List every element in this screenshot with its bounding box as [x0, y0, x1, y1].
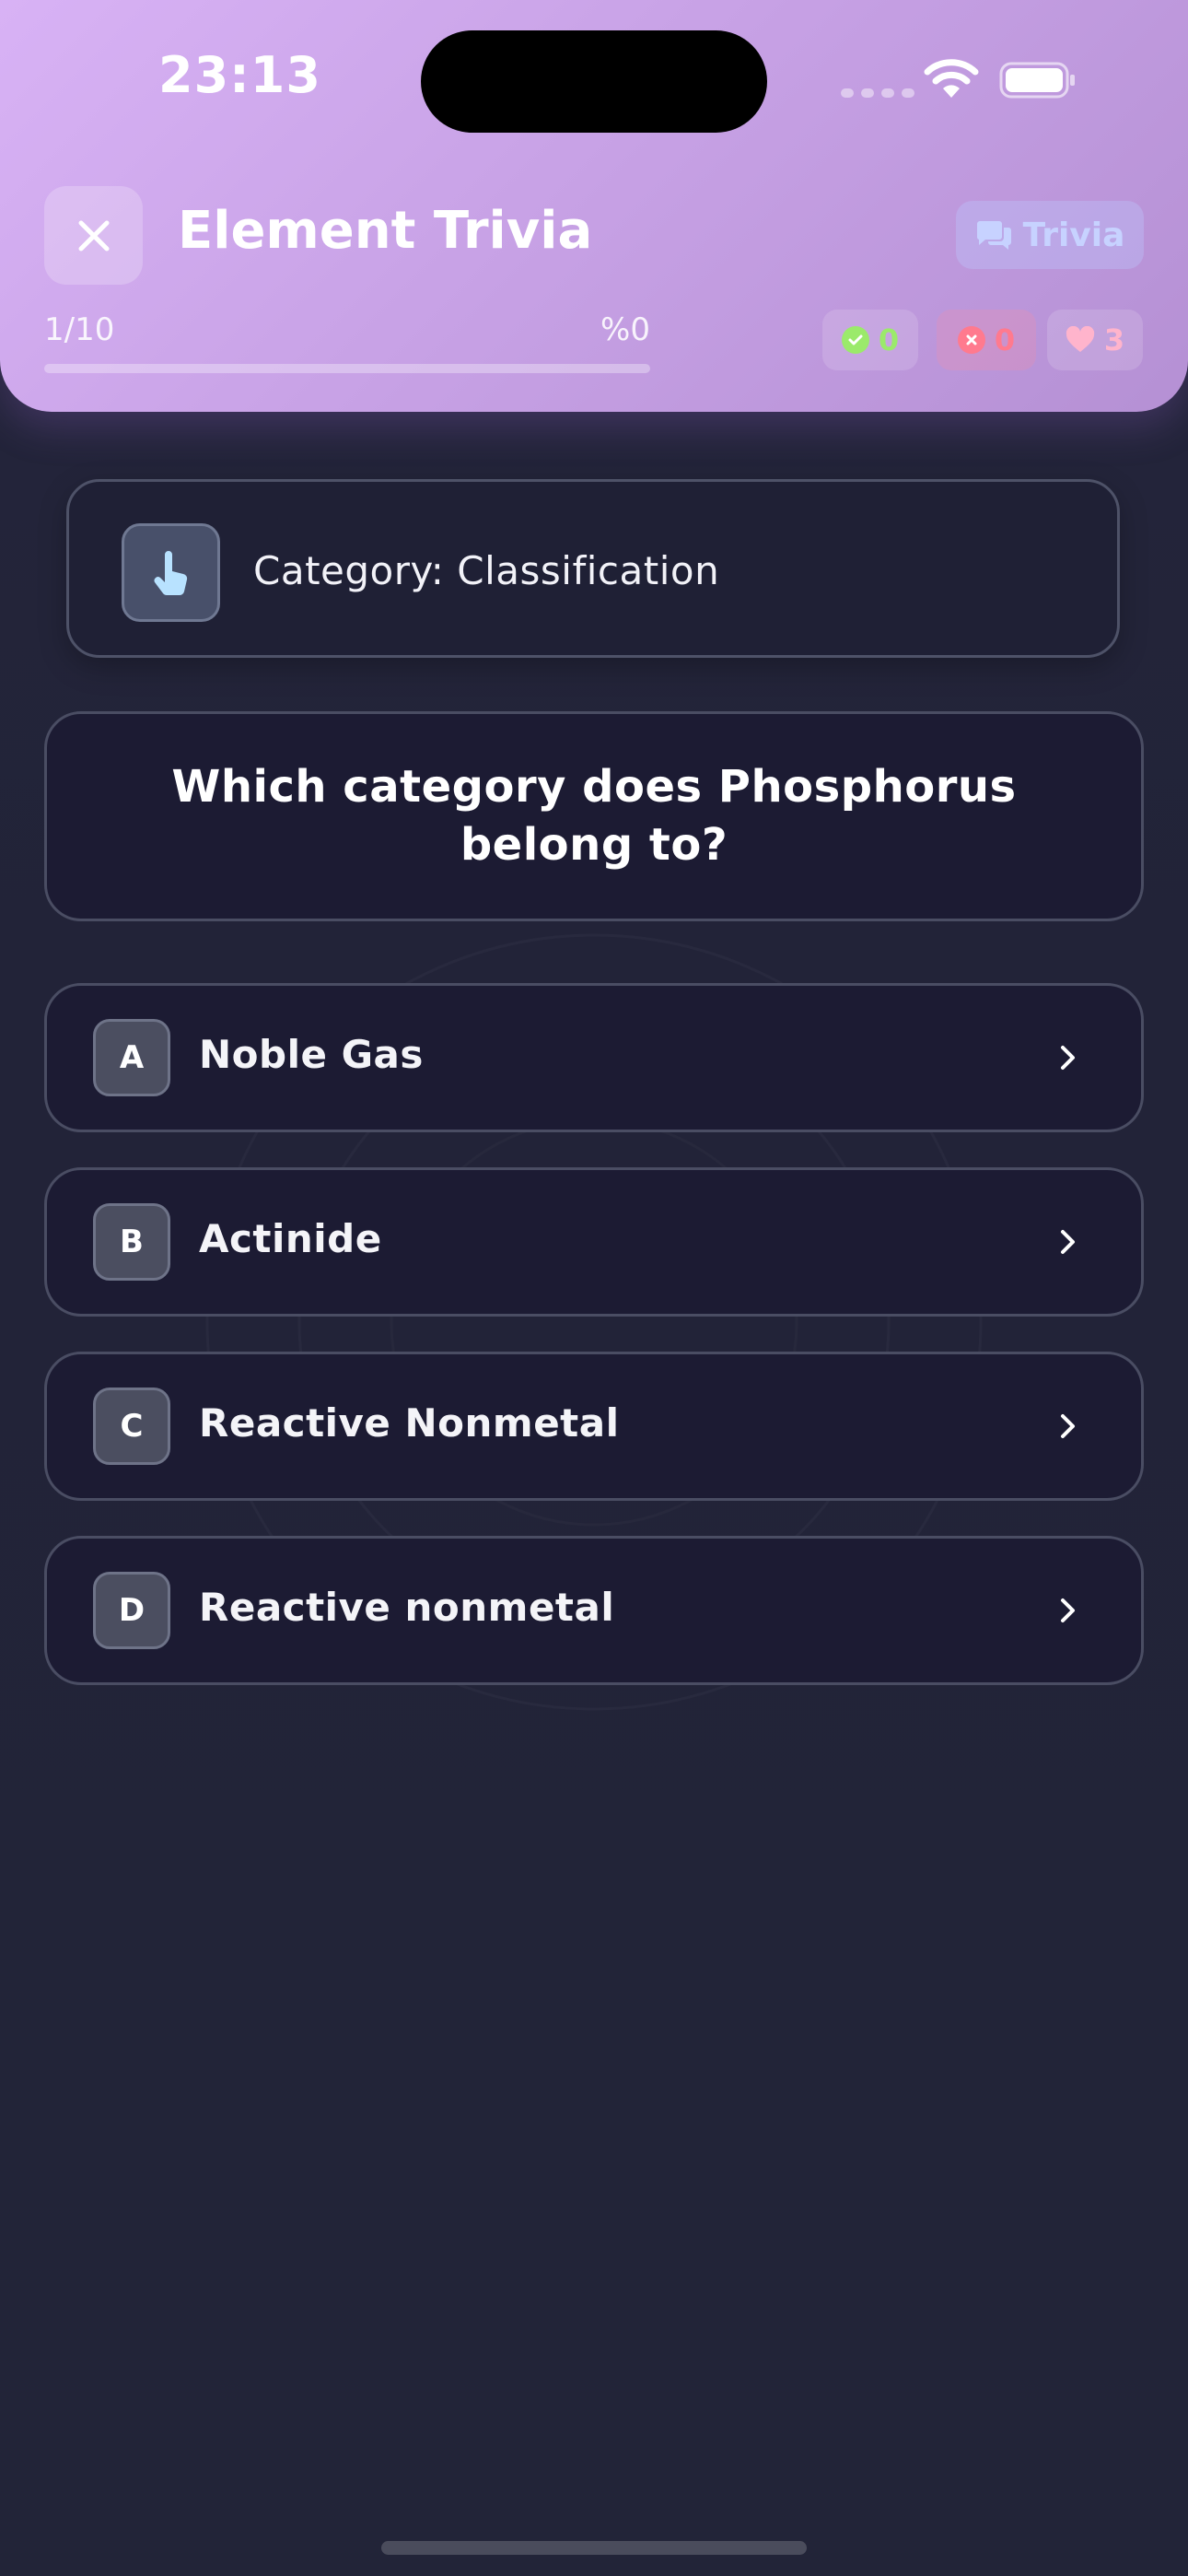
tap-hand-icon — [122, 523, 220, 622]
question-card: Which category does Phosphorus belong to… — [44, 711, 1144, 921]
answer-letter: D — [93, 1572, 170, 1649]
wifi-icon — [924, 59, 979, 98]
question-text: Which category does Phosphorus belong to… — [171, 761, 1017, 871]
progress-bar — [44, 364, 650, 373]
wrong-count-badge: 0 — [937, 310, 1036, 370]
answer-option-b[interactable]: B Actinide — [44, 1167, 1144, 1317]
wrong-count: 0 — [994, 322, 1016, 357]
answer-text: Reactive nonmetal — [199, 1585, 615, 1630]
category-label: Category: Classification — [253, 548, 720, 593]
answer-option-a[interactable]: A Noble Gas — [44, 983, 1144, 1132]
chevron-right-icon — [1061, 1598, 1075, 1622]
close-button[interactable] — [44, 186, 143, 285]
answer-text: Reactive Nonmetal — [199, 1400, 620, 1446]
chevron-right-icon — [1061, 1230, 1075, 1254]
chevron-right-icon — [1061, 1046, 1075, 1070]
chevron-right-icon — [1061, 1414, 1075, 1438]
answer-option-d[interactable]: D Reactive nonmetal — [44, 1536, 1144, 1685]
status-time: 23:13 — [158, 46, 321, 104]
check-circle-icon — [841, 326, 869, 354]
answer-letter: B — [93, 1203, 170, 1281]
answer-letter: C — [93, 1388, 170, 1465]
correct-count-badge: 0 — [822, 310, 918, 370]
answer-text: Noble Gas — [199, 1032, 424, 1077]
lives-count: 3 — [1103, 322, 1125, 357]
home-indicator[interactable] — [381, 2541, 807, 2555]
category-card: Category: Classification — [66, 479, 1120, 658]
answer-option-c[interactable]: C Reactive Nonmetal — [44, 1352, 1144, 1501]
cellular-signal-icon — [841, 88, 914, 98]
heart-icon — [1066, 326, 1094, 352]
chat-bubbles-icon — [976, 221, 1011, 250]
quiz-header: 23:13 Element Trivia Trivia 1/10 %0 0 0 … — [0, 0, 1188, 412]
battery-icon — [999, 62, 1075, 99]
mode-badge-label: Trivia — [1022, 216, 1125, 254]
correct-count: 0 — [878, 322, 900, 357]
lives-badge: 3 — [1047, 310, 1143, 370]
mode-badge[interactable]: Trivia — [956, 201, 1144, 269]
progress-percent: %0 — [600, 311, 650, 348]
x-circle-icon — [957, 326, 985, 354]
question-counter: 1/10 — [44, 311, 115, 348]
dynamic-island — [421, 30, 767, 133]
answer-text: Actinide — [199, 1216, 382, 1261]
close-icon — [78, 220, 109, 251]
answer-letter: A — [93, 1019, 170, 1096]
quiz-screen: 23:13 Element Trivia Trivia 1/10 %0 0 0 … — [0, 0, 1188, 2576]
page-title: Element Trivia — [178, 201, 593, 261]
